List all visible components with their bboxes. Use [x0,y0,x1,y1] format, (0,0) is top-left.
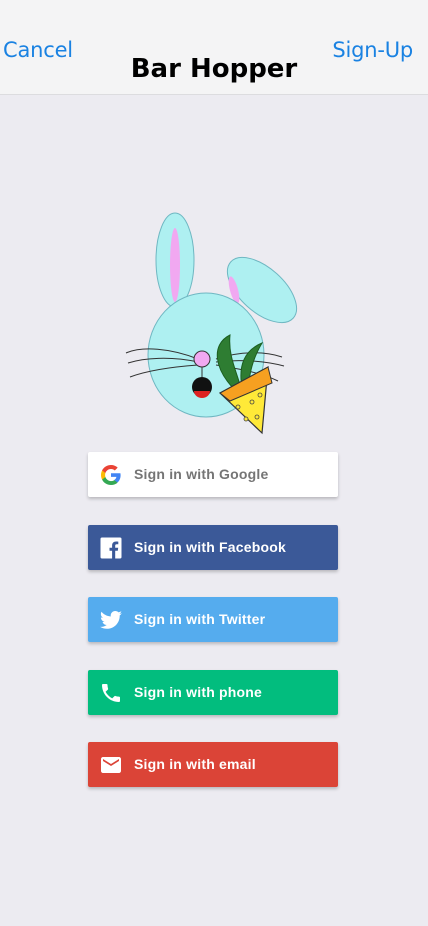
facebook-signin-button[interactable]: Sign in with Facebook [88,525,338,570]
google-icon [99,463,123,487]
google-signin-label: Sign in with Google [134,466,269,482]
phone-icon [99,681,123,705]
twitter-icon [99,608,123,632]
bunny-logo [120,205,310,440]
phone-signin-label: Sign in with phone [134,684,263,700]
nav-bar: Cancel Bar Hopper Sign-Up [0,0,428,95]
facebook-signin-label: Sign in with Facebook [134,539,286,555]
google-signin-button[interactable]: Sign in with Google [88,452,338,497]
facebook-icon [99,536,123,560]
email-icon [99,753,123,777]
signup-button[interactable]: Sign-Up [332,38,413,62]
email-signin-button[interactable]: Sign in with email [88,742,338,787]
phone-signin-button[interactable]: Sign in with phone [88,670,338,715]
email-signin-label: Sign in with email [134,756,256,772]
twitter-signin-label: Sign in with Twitter [134,611,266,627]
twitter-signin-button[interactable]: Sign in with Twitter [88,597,338,642]
